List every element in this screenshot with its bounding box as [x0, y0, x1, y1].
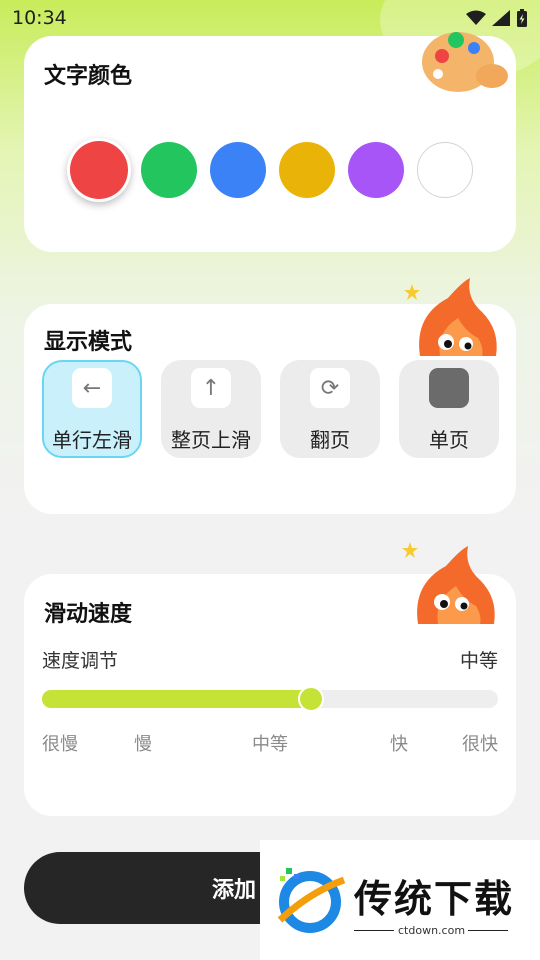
speed-label: 速度调节	[42, 650, 119, 672]
display-mode-title: 显示模式	[44, 330, 133, 355]
watermark: 传统下载 ctdown.com	[260, 840, 540, 960]
tick-label: 很慢	[42, 734, 78, 755]
speed-slider-thumb[interactable]	[298, 686, 325, 712]
mode-label: 单行左滑	[52, 428, 132, 452]
arrow-left-icon: ←	[72, 368, 112, 408]
color-swatch-green[interactable]	[141, 142, 197, 198]
flame-mascot-icon	[402, 542, 495, 624]
watermark-text: 传统下载	[354, 877, 515, 921]
color-swatch-amber[interactable]	[279, 142, 335, 198]
color-swatches	[70, 141, 473, 199]
color-swatch-purple[interactable]	[348, 142, 404, 198]
add-button-label: 添加	[212, 878, 257, 903]
scroll-speed-title: 滑动速度	[44, 602, 133, 627]
mode-label: 单页	[429, 428, 469, 452]
color-swatch-red[interactable]	[70, 141, 128, 199]
mode-option-page-flip[interactable]: ⟳ 翻页	[280, 360, 380, 458]
battery-charging-icon	[517, 9, 527, 27]
display-mode-options: ← 单行左滑 ↑ 整页上滑 ⟳ 翻页 单页	[42, 360, 499, 458]
mode-option-single-page[interactable]: 单页	[399, 360, 499, 458]
speed-slider[interactable]	[42, 686, 498, 712]
tick-label: 快	[390, 734, 408, 755]
mode-label: 翻页	[310, 428, 350, 452]
speed-row: 速度调节 中等	[42, 646, 498, 673]
watermark-divider	[468, 930, 508, 931]
mode-label: 整页上滑	[171, 428, 251, 452]
speed-slider-fill	[42, 690, 312, 708]
status-time: 10:34	[12, 7, 67, 29]
palette-sticker-icon	[422, 32, 508, 92]
speed-value: 中等	[459, 650, 498, 672]
color-swatch-blue[interactable]	[210, 142, 266, 198]
color-swatch-white[interactable]	[417, 142, 473, 198]
square-icon	[429, 368, 469, 408]
watermark-logo-icon	[277, 868, 346, 933]
watermark-divider	[354, 930, 394, 931]
arrow-up-icon: ↑	[191, 368, 231, 408]
tick-label: 很快	[462, 734, 498, 755]
refresh-icon: ⟳	[310, 368, 350, 408]
flame-mascot-icon	[404, 278, 497, 356]
speed-tick-labels: 很慢 慢 中等 快 很快	[42, 730, 498, 755]
mode-option-page-up-scroll[interactable]: ↑ 整页上滑	[161, 360, 261, 458]
text-color-title: 文字颜色	[44, 64, 133, 89]
watermark-url: ctdown.com	[398, 924, 466, 937]
mode-option-line-left-scroll[interactable]: ← 单行左滑	[42, 360, 142, 458]
tick-label: 慢	[134, 734, 152, 755]
tick-label: 中等	[252, 734, 288, 755]
